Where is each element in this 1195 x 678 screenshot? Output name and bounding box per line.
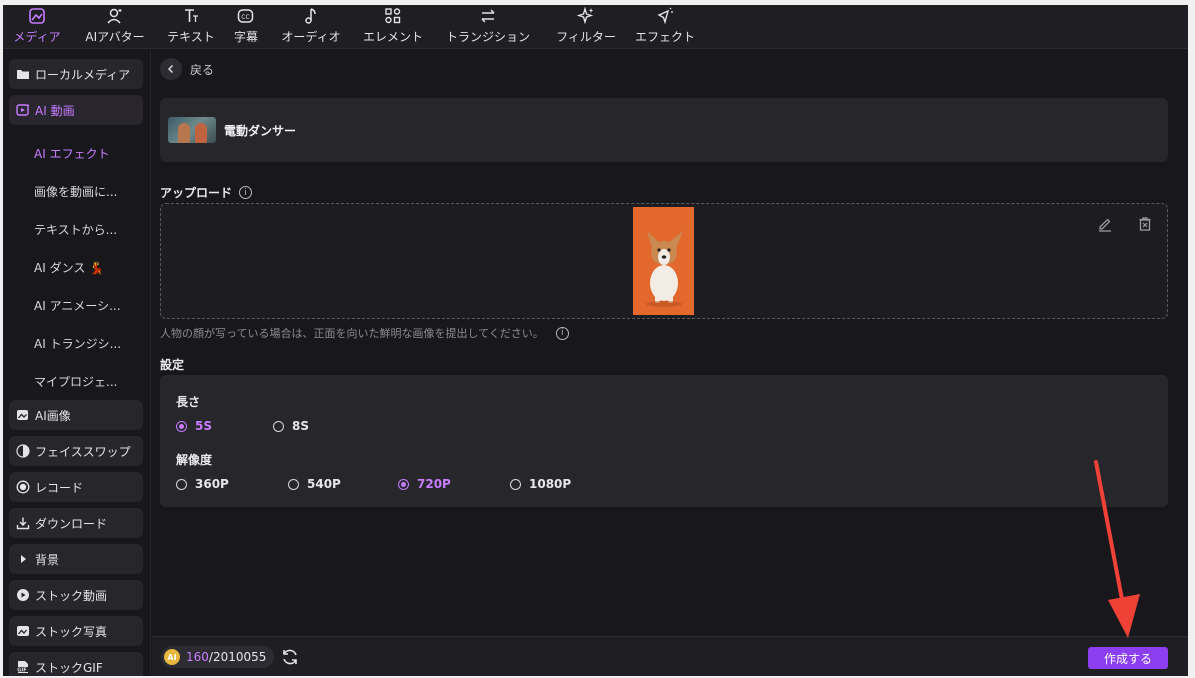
length-option-5s[interactable]: 5S (176, 419, 212, 433)
radio-selected-icon (176, 420, 187, 432)
tab-filter[interactable]: フィルター (543, 5, 629, 49)
credits-badge: AI 160/2010055 (161, 646, 275, 668)
sidebar-sub-text-to-video[interactable]: テキストから... (34, 221, 117, 238)
sidebar-item-ai-video[interactable]: AI 動画 (9, 95, 143, 125)
sidebar-sub-ai-transition[interactable]: AI トランジシ... (34, 335, 121, 352)
resolution-option-360p[interactable]: 360P (176, 477, 229, 491)
download-icon (16, 516, 30, 530)
media-icon (29, 8, 45, 24)
svg-text:CC: CC (241, 14, 249, 21)
radio-icon (273, 420, 284, 432)
tab-audio[interactable]: オーディオ (269, 5, 353, 49)
tab-transition[interactable]: トランジション (433, 5, 543, 49)
resolution-option-1080p[interactable]: 1080P (510, 477, 571, 491)
delete-icon[interactable] (1137, 216, 1153, 232)
sidebar-item-stock-photo[interactable]: ストック写真 (9, 616, 143, 646)
sidebar-item-download[interactable]: ダウンロード (9, 508, 143, 538)
length-label: 長さ (176, 395, 201, 409)
tab-element[interactable]: エレメント (353, 5, 433, 49)
settings-panel: 長さ 5S 8S 解像度 360P 540P 720P 1080P (160, 375, 1168, 507)
effect-thumbnail (168, 117, 216, 143)
sidebar-item-ai-image[interactable]: AI画像 (9, 400, 143, 430)
back-label: 戻る (190, 62, 215, 77)
info-icon[interactable]: i (239, 186, 253, 199)
record-icon (16, 480, 30, 494)
sidebar-sub-my-project[interactable]: マイプロジェ... (34, 373, 117, 390)
tab-media[interactable]: メディア (3, 5, 71, 49)
resolution-option-540p[interactable]: 540P (288, 477, 341, 491)
sidebar-item-record[interactable]: レコード (9, 472, 143, 502)
sidebar: ローカルメディア AI 動画 AI エフェクト 画像を動画に... テキストから… (3, 50, 151, 676)
back-button[interactable]: 戻る (160, 58, 214, 80)
audio-icon (305, 8, 316, 24)
upload-section-label: アップロード i (160, 184, 253, 201)
upload-hint: 人物の顔が写っている場合は、正面を向いた鮮明な画像を提出してください。 i (160, 325, 569, 341)
folder-icon (16, 67, 30, 81)
chevron-left-icon (160, 58, 182, 80)
effect-icon (657, 7, 673, 25)
tab-effect[interactable]: エフェクト (629, 5, 701, 49)
selected-effect-card: 電動ダンサー (160, 98, 1168, 162)
upload-area[interactable] (160, 203, 1168, 319)
upload-tools (1097, 216, 1153, 232)
radio-icon (288, 478, 299, 490)
credits-used: 160 (186, 650, 209, 664)
sidebar-item-face-swap[interactable]: フェイススワップ (9, 436, 143, 466)
text-icon (185, 9, 198, 22)
app-window: メディア AIアバター テキスト CC 字幕 オーディオ エレメント トランジシ… (3, 5, 1188, 676)
svg-text:GIF: GIF (17, 668, 26, 674)
effect-name: 電動ダンサー (224, 123, 297, 138)
play-circle-icon (16, 588, 30, 602)
tab-caption[interactable]: CC 字幕 (223, 5, 269, 49)
uploaded-image (633, 207, 694, 315)
sidebar-item-background[interactable]: 背景 (9, 544, 143, 574)
avatar-icon (107, 8, 122, 24)
caret-right-icon (16, 552, 30, 566)
ai-coin-icon: AI (164, 649, 180, 665)
tab-text[interactable]: テキスト (159, 5, 223, 49)
sidebar-sub-ai-effect[interactable]: AI エフェクト (34, 145, 110, 162)
edit-icon[interactable] (1097, 216, 1113, 232)
tab-ai-avatar[interactable]: AIアバター (71, 5, 159, 49)
radio-selected-icon (398, 478, 409, 490)
caption-icon: CC (237, 9, 254, 23)
hint-info-icon[interactable]: i (555, 326, 569, 340)
settings-section-label: 設定 (160, 358, 185, 372)
length-option-8s[interactable]: 8S (273, 419, 309, 433)
sidebar-item-stock-video[interactable]: ストック動画 (9, 580, 143, 610)
filter-icon (577, 7, 594, 25)
annotation-arrow-icon (1094, 460, 1140, 638)
create-button[interactable]: 作成する (1088, 647, 1168, 669)
gif-icon: GIF (16, 660, 30, 674)
sidebar-sub-image-to-video[interactable]: 画像を動画に... (34, 183, 117, 200)
ai-video-icon (16, 103, 30, 117)
top-toolbar: メディア AIアバター テキスト CC 字幕 オーディオ エレメント トランジシ… (3, 5, 1188, 49)
credits-total: /2010055 (208, 650, 267, 664)
radio-icon (176, 478, 187, 490)
main-panel: 戻る 電動ダンサー アップロード i 人物の顔が写っている場合は、正面を向いた鮮… (152, 50, 1188, 636)
element-icon (385, 8, 401, 24)
ai-image-icon (16, 408, 30, 422)
photo-icon (16, 624, 30, 638)
sidebar-item-local-media[interactable]: ローカルメディア (9, 59, 143, 89)
bottom-bar: AI 160/2010055 作成する (152, 636, 1188, 676)
radio-icon (510, 478, 521, 490)
resolution-option-720p[interactable]: 720P (398, 477, 451, 491)
transition-icon (481, 9, 495, 23)
sidebar-item-stock-gif[interactable]: GIF ストックGIF (9, 652, 143, 676)
resolution-label: 解像度 (176, 453, 213, 467)
sidebar-sub-ai-dance[interactable]: AI ダンス 💃 (34, 259, 104, 276)
refresh-icon[interactable] (280, 647, 300, 667)
face-swap-icon (16, 444, 30, 458)
dog-photo (633, 207, 694, 315)
sidebar-sub-ai-animation[interactable]: AI アニメーシ... (34, 297, 121, 314)
